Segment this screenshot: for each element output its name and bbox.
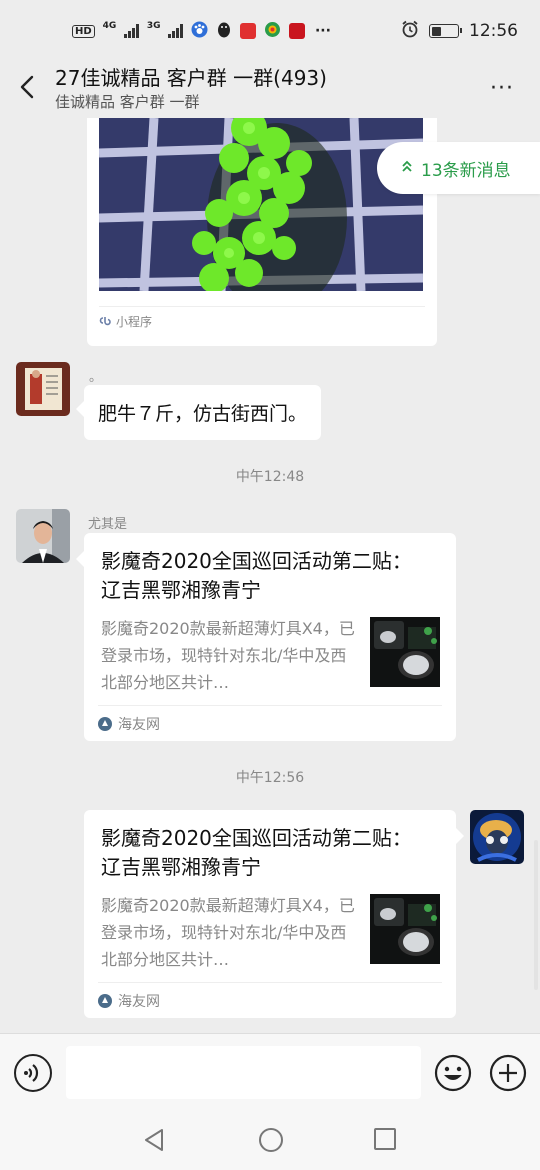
smiley-icon [434,1054,472,1092]
timestamp: 中午12:56 [235,770,305,786]
link-card[interactable]: 影魔奇2020全国巡回活动第二贴： 辽吉黑鄂湘豫青宁 影魔奇2020款最新超薄灯… [84,810,464,1018]
link-card-source: 海友网 [118,717,160,733]
party-icon [288,23,305,39]
qq-penguin-icon [216,21,232,41]
coral-image [99,118,423,291]
link-card-footer: 海友网 [98,982,442,1011]
source-logo-icon [98,994,112,1008]
hd-label: HD [72,24,95,38]
my-avatar[interactable] [470,810,524,864]
signal-icon [124,24,139,38]
chat-header: 27佳诚精品 客户群 一群(493) 佳诚精品 客户群 一群 ··· [0,62,540,118]
news-icon [239,23,256,39]
nav-home-icon[interactable] [258,1127,284,1157]
net1-label: 4G [102,21,117,31]
more-dots-icon: ··· [314,23,331,39]
sender-name: 尤其是 [88,517,128,532]
battery-icon [429,24,462,38]
message-input[interactable] [66,1046,421,1099]
voice-input-button[interactable] [14,1054,52,1092]
link-card-thumbnail [370,617,440,687]
sender-name: 。 [89,370,103,385]
alarm-icon [401,20,419,43]
input-bar [0,1033,540,1110]
link-card-thumbnail [370,894,440,964]
source-logo-icon [98,717,112,731]
status-time: 12:56 [469,21,518,41]
avatar[interactable] [16,362,70,416]
double-chevron-up-icon [401,158,413,178]
link-card-title: 影魔奇2020全国巡回活动第二贴： 辽吉黑鄂湘豫青宁 [101,826,412,879]
more-functions-button[interactable] [489,1054,527,1092]
new-messages-label: 13条新消息 [421,160,511,181]
emoji-button[interactable] [434,1054,472,1092]
nav-recent-icon[interactable] [374,1128,396,1154]
scrollbar[interactable] [534,840,538,990]
browser-icon [264,21,281,41]
status-bar-left: HD 4G 3G ··· [72,21,331,41]
avatar[interactable] [16,509,70,563]
timestamp: 中午12:48 [235,469,305,485]
page-subtitle: 佳诚精品 客户群 一群 [55,93,200,111]
mini-program-footer: 小程序 [99,306,425,330]
nav-back-icon[interactable] [142,1127,166,1157]
baidu-paw-icon [191,21,208,41]
link-card-title: 影魔奇2020全国巡回活动第二贴： 辽吉黑鄂湘豫青宁 [101,549,412,602]
link-card[interactable]: 影魔奇2020全国巡回活动第二贴： 辽吉黑鄂湘豫青宁 影魔奇2020款最新超薄灯… [76,533,456,741]
link-card-description: 影魔奇2020款最新超薄灯具X4，已登录市场，现特针对东北/华中及西北部分地区共… [101,619,355,692]
status-bar-right: 12:56 [401,20,518,43]
net2-label: 3G [146,21,161,31]
back-arrow-icon[interactable] [14,72,44,102]
mini-program-label: 小程序 [116,315,153,329]
system-nav-bar [0,1110,540,1170]
plus-icon [489,1054,527,1092]
message-bubble[interactable]: 肥牛７斤，仿古街西门。 [75,385,322,440]
voice-icon [24,1064,39,1082]
chat-area[interactable]: 小程序 13条新消息 。 肥牛７斤，仿古街西门。 中午12:48 尤其是 影魔奇… [0,118,540,1033]
link-card-source: 海友网 [118,994,160,1010]
page-title: 27佳诚精品 客户群 一群(493) [55,66,327,90]
signal-icon-2 [168,24,183,38]
status-bar: HD 4G 3G ··· 12:56 [0,0,540,62]
link-card-description: 影魔奇2020款最新超薄灯具X4，已登录市场，现特针对东北/华中及西北部分地区共… [101,896,355,969]
new-messages-button[interactable]: 13条新消息 [377,142,540,194]
link-card-footer: 海友网 [98,705,442,734]
mini-program-icon [99,313,113,330]
more-options-button[interactable]: ··· [490,76,514,101]
